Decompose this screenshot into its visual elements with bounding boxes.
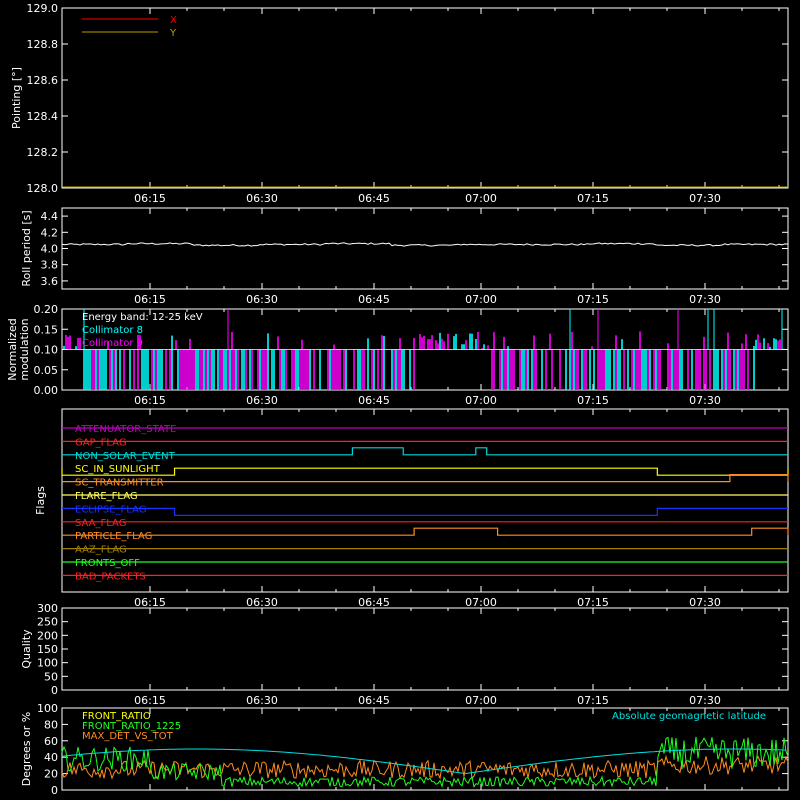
pointing-xtick-label: 06:15 bbox=[134, 192, 166, 205]
quality-ytick-label: 100 bbox=[37, 657, 58, 670]
modulation-xtick-label: 07:30 bbox=[689, 394, 721, 407]
pointing-ytick-label: 128.6 bbox=[27, 74, 59, 87]
roll-ytick-label: 4.0 bbox=[41, 243, 59, 256]
pointing-ytick-label: 128.2 bbox=[27, 146, 59, 159]
flag-label-fronts-off: FRONTS_OFF bbox=[75, 558, 140, 569]
modulation-ylabel-line2: modulation bbox=[18, 318, 31, 380]
ratios-ylabel: Degrees or % bbox=[20, 712, 33, 786]
pointing-ytick-label: 128.8 bbox=[27, 38, 59, 51]
ratios-ytick-label: 80 bbox=[44, 718, 58, 731]
pointing-xtick-label: 07:15 bbox=[577, 192, 609, 205]
ratios-ytick-label: 20 bbox=[44, 768, 58, 781]
modulation-ytick-label: 0.10 bbox=[34, 344, 59, 357]
pointing-legend-label-x: X bbox=[170, 15, 177, 26]
ratios-ytick-label: 0 bbox=[51, 784, 58, 797]
roll-ylabel: Roll period [s] bbox=[20, 210, 33, 286]
ratios-series-front-1225 bbox=[61, 736, 789, 789]
flag-line-eclipse-flag bbox=[62, 507, 788, 516]
quality-ytick-label: 0 bbox=[51, 684, 58, 697]
modulation-legend-9: Collimator 9 bbox=[82, 338, 143, 349]
flag-label-flare-flag: FLARE_FLAG bbox=[75, 491, 138, 502]
flag-label-attenuator-state: ATTENUATOR_STATE bbox=[75, 424, 176, 435]
modulation-xtick-label: 07:00 bbox=[465, 394, 497, 407]
quality-xtick-label: 06:45 bbox=[358, 694, 390, 707]
roll-ytick-label: 4.2 bbox=[41, 226, 59, 239]
flags-xtick-label: 06:45 bbox=[358, 596, 390, 609]
modulation-xtick-label: 07:15 bbox=[577, 394, 609, 407]
pointing-xtick-label: 06:45 bbox=[358, 192, 390, 205]
modulation-ytick-label: 0.00 bbox=[34, 384, 59, 397]
pointing-xtick-label: 06:30 bbox=[246, 192, 278, 205]
flag-label-saa-flag: GAP_FLAG bbox=[75, 437, 127, 448]
pointing-ytick-label: 128.4 bbox=[27, 110, 59, 123]
ratios-ytick-label: 40 bbox=[44, 751, 58, 764]
quality-ytick-label: 50 bbox=[44, 670, 58, 683]
ratios-legend-latitude: Absolute geomagnetic latitude bbox=[612, 711, 766, 722]
flag-label-non-solar-event: NON_SOLAR_EVENT bbox=[75, 451, 176, 462]
flags-xtick-label: 06:30 bbox=[246, 596, 278, 609]
modulation-xtick-label: 06:15 bbox=[134, 394, 166, 407]
roll-xtick-label: 06:45 bbox=[358, 293, 390, 306]
quality-xtick-label: 07:15 bbox=[577, 694, 609, 707]
quality-xtick-label: 06:15 bbox=[134, 694, 166, 707]
modulation-legend-title: Energy band: 12-25 keV bbox=[82, 312, 203, 323]
flags-ylabel: Flags bbox=[34, 486, 47, 515]
modulation-xtick-label: 06:45 bbox=[358, 394, 390, 407]
roll-frame bbox=[61, 207, 789, 290]
roll-xtick-label: 06:15 bbox=[134, 293, 166, 306]
quality-ytick-label: 250 bbox=[37, 616, 58, 629]
pointing-ytick-label: 129.0 bbox=[27, 2, 59, 15]
pointing-xtick-label: 07:30 bbox=[689, 192, 721, 205]
pointing-xtick-label: 07:00 bbox=[465, 192, 497, 205]
roll-ytick-label: 4.4 bbox=[41, 210, 59, 223]
quality-frame bbox=[61, 607, 789, 691]
flag-label-bad-packets: BAD_PACKETS bbox=[75, 571, 146, 582]
roll-series bbox=[61, 242, 789, 247]
ratios-legend-2: MAX_DET_VS_TOT bbox=[82, 731, 174, 742]
quality-ytick-label: 200 bbox=[37, 629, 58, 642]
quality-xtick-label: 07:00 bbox=[465, 694, 497, 707]
pointing-legend-label-y: Y bbox=[169, 28, 177, 39]
flag-label-sc-transmitter: SC_TRANSMITTER bbox=[75, 478, 164, 489]
flags-xtick-label: 07:30 bbox=[689, 596, 721, 609]
quality-xtick-label: 07:30 bbox=[689, 694, 721, 707]
quality-xtick-label: 06:30 bbox=[246, 694, 278, 707]
modulation-ytick-label: 0.20 bbox=[34, 303, 59, 316]
pointing-ylabel: Pointing [°] bbox=[10, 67, 23, 129]
flags-xtick-label: 07:00 bbox=[465, 596, 497, 609]
quality-ylabel: Quality bbox=[20, 629, 33, 669]
pointing-ytick-label: 128.0 bbox=[27, 182, 59, 195]
flags-xtick-label: 07:15 bbox=[577, 596, 609, 609]
quality-ytick-label: 150 bbox=[37, 643, 58, 656]
modulation-legend-8: Collimator 8 bbox=[82, 325, 143, 336]
flags-frame bbox=[61, 408, 789, 593]
flag-label-particle-flag: PARTICLE_FLAG bbox=[75, 531, 152, 542]
roll-xtick-label: 06:30 bbox=[246, 293, 278, 306]
roll-xtick-label: 07:15 bbox=[577, 293, 609, 306]
roll-xtick-label: 07:30 bbox=[689, 293, 721, 306]
modulation-ytick-label: 0.15 bbox=[34, 323, 59, 336]
flag-label-saa-flag: SAA_FLAG bbox=[75, 518, 126, 529]
roll-xtick-label: 07:00 bbox=[465, 293, 497, 306]
modulation-xtick-label: 06:30 bbox=[246, 394, 278, 407]
flag-label-sc-in-sunlight: SC_IN_SUNLIGHT bbox=[75, 464, 161, 475]
flag-label-eclipse-flag: ECLIPSE_FLAG bbox=[75, 504, 146, 515]
flag-label-aaz-flag: AAZ_FLAG bbox=[75, 545, 127, 556]
ratios-ytick-label: 60 bbox=[44, 735, 58, 748]
flag-line-particle-flag bbox=[62, 527, 789, 536]
quality-ytick-label: 300 bbox=[37, 602, 58, 615]
roll-ytick-label: 3.6 bbox=[41, 275, 59, 288]
roll-ytick-label: 3.8 bbox=[41, 259, 59, 272]
flag-line-sc-in-sunlight bbox=[61, 467, 789, 476]
quicklook-figure: 128.0 128.2 128.4 128.6 128.8 129.0 Pointing [… bbox=[6, 2, 789, 797]
flags-xtick-label: 06:15 bbox=[134, 596, 166, 609]
ratios-ytick-label: 100 bbox=[37, 702, 58, 715]
modulation-ytick-label: 0.05 bbox=[34, 364, 59, 377]
